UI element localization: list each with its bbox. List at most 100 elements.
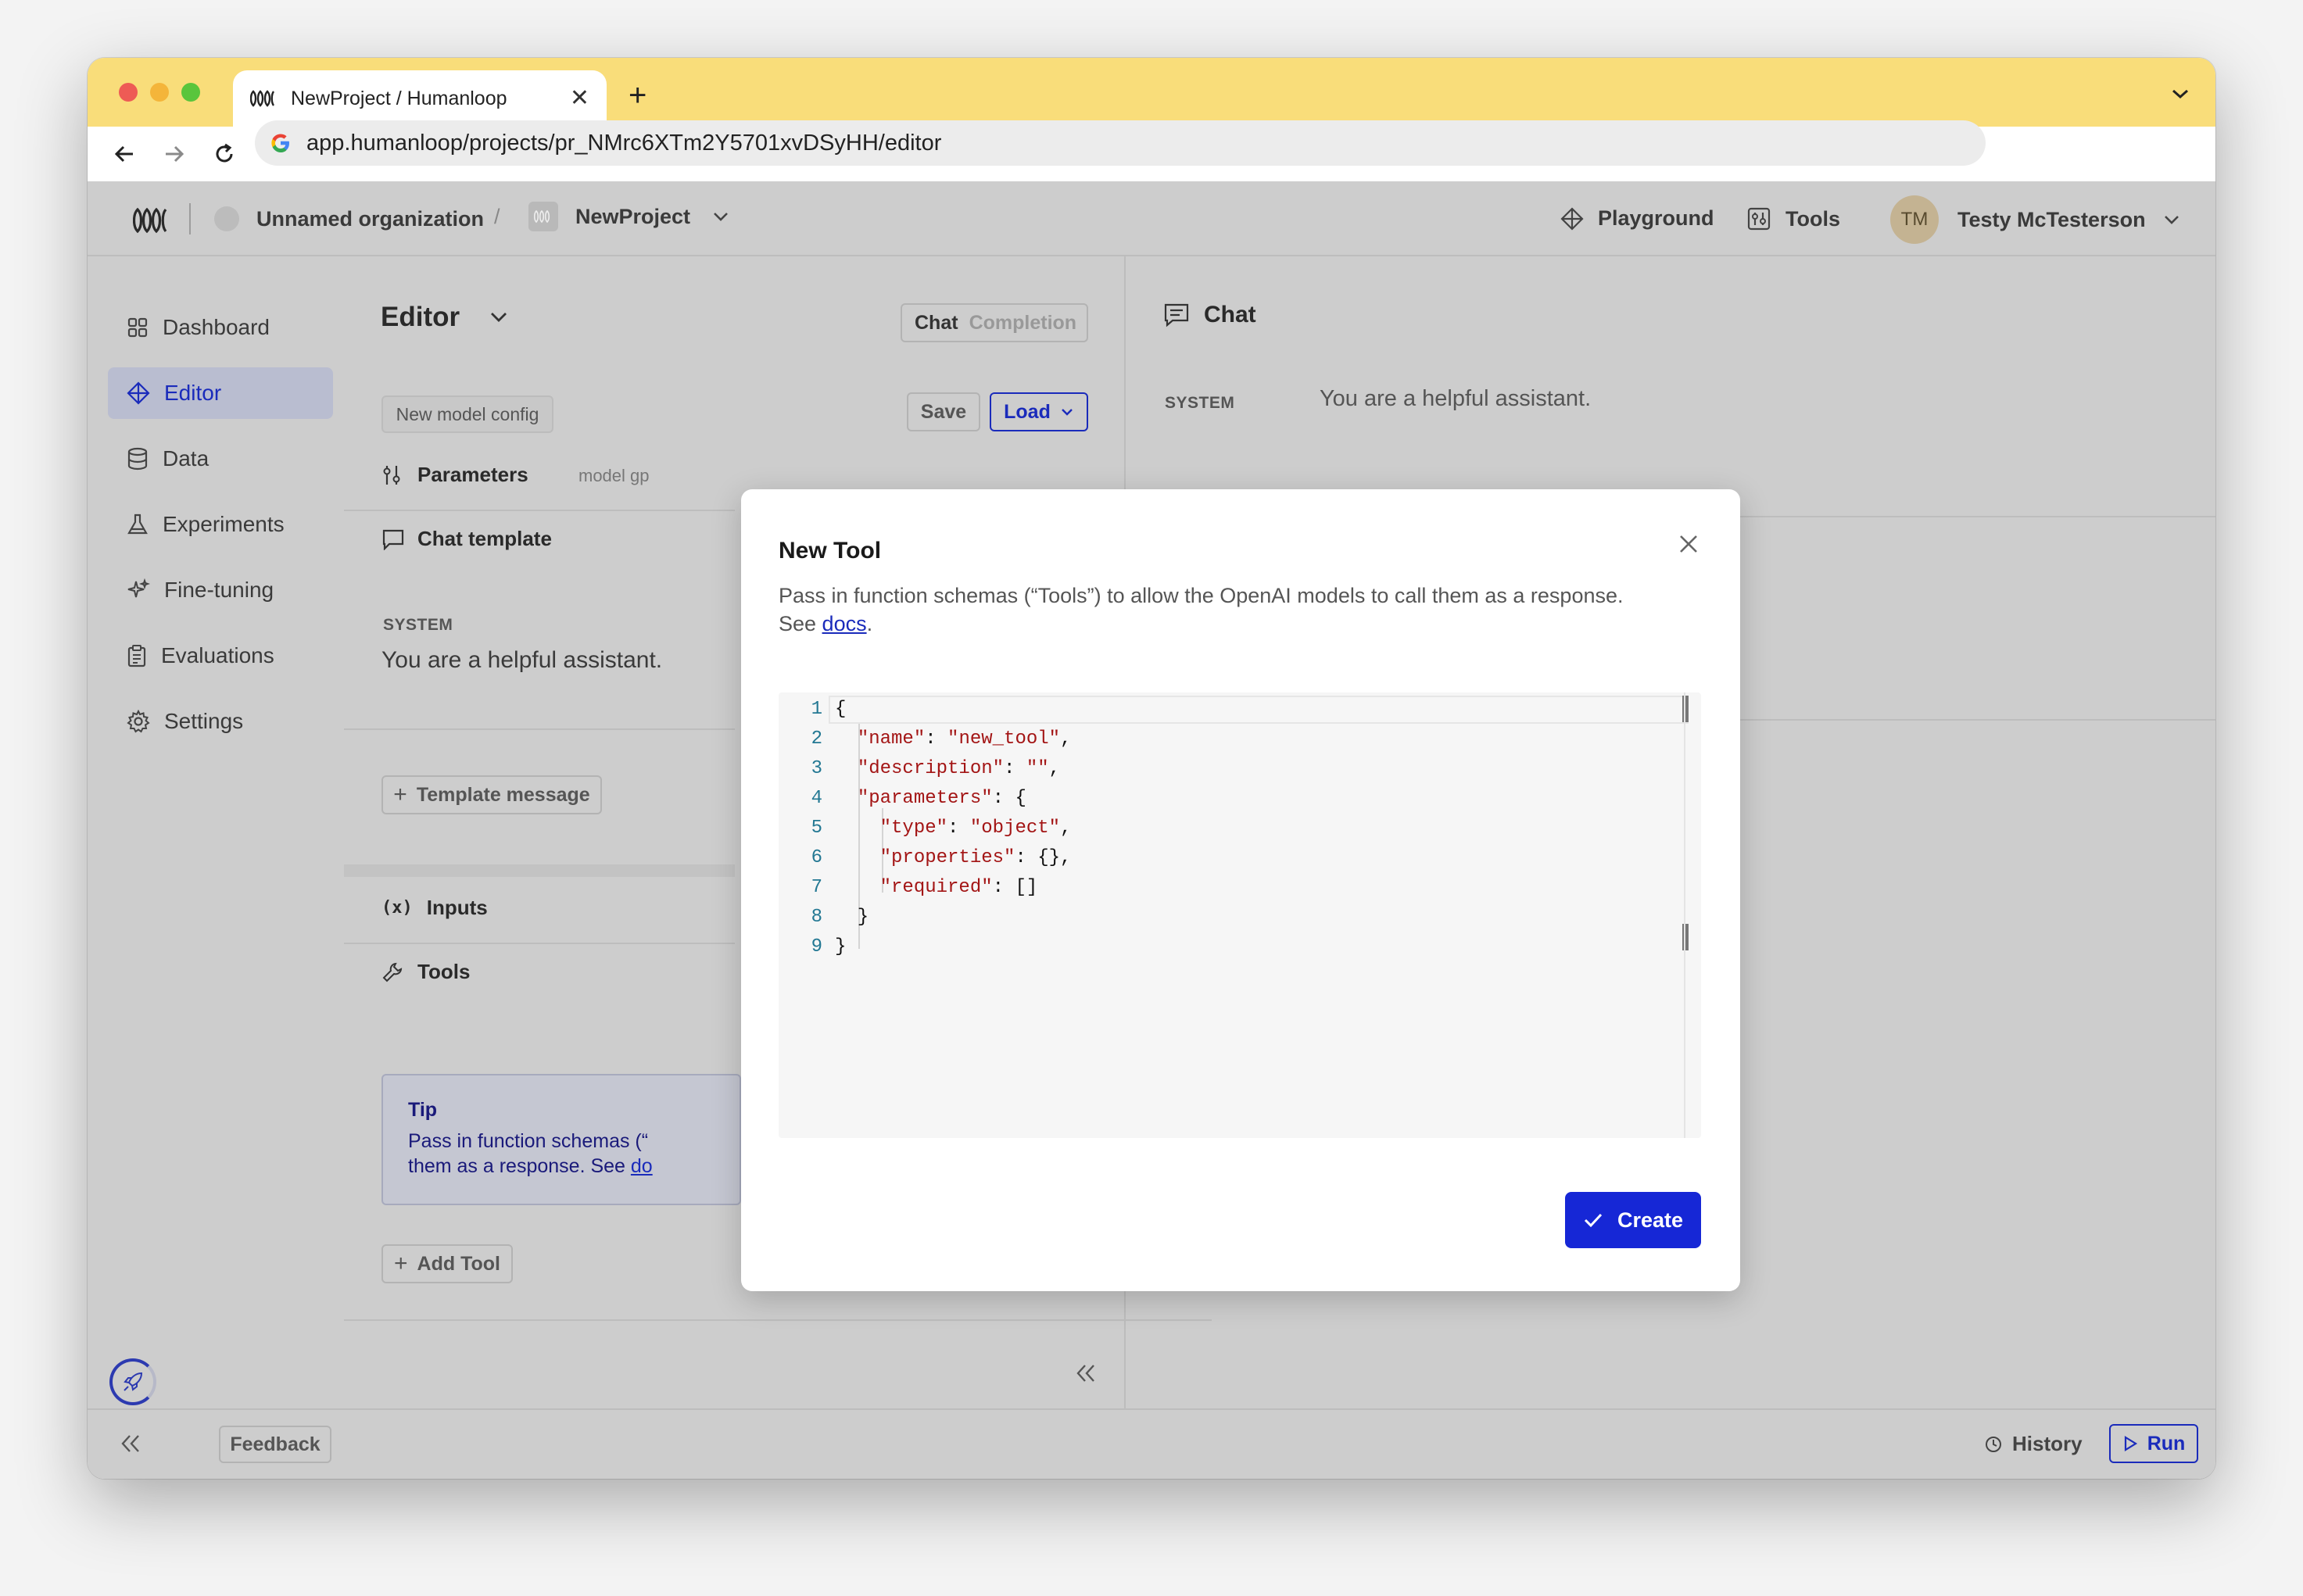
editor-title[interactable]: Editor <box>381 302 508 333</box>
inputs-section[interactable]: (x) Inputs <box>381 896 488 920</box>
parameters-section[interactable]: Parameters <box>381 463 528 487</box>
code-text: } <box>835 936 847 957</box>
new-tab-button[interactable]: + <box>629 80 646 111</box>
tools-section[interactable]: Tools <box>381 960 470 984</box>
code-line[interactable]: 8 } <box>779 904 1701 932</box>
modal-title: New Tool <box>779 538 882 564</box>
mode-completion-option[interactable]: Completion <box>969 312 1077 335</box>
wrench-icon <box>382 962 403 982</box>
add-template-message-button[interactable]: + Template message <box>381 775 602 814</box>
tip-line2: them as a response. See do <box>408 1155 653 1178</box>
sidebar-item-data[interactable]: Data <box>108 433 333 485</box>
project-logo-icon <box>528 202 558 231</box>
org-switcher[interactable]: Unnamed organization <box>214 206 484 231</box>
code-line[interactable]: 2 "name": "new_tool", <box>779 725 1701 753</box>
onboarding-progress[interactable] <box>109 1358 156 1405</box>
chevron-down-icon[interactable] <box>2169 86 2192 102</box>
run-button[interactable]: Run <box>2109 1424 2198 1463</box>
docs-link[interactable]: docs <box>822 612 867 635</box>
config-name-badge[interactable]: New model config <box>381 395 553 433</box>
breadcrumb-separator: / <box>494 205 500 228</box>
sidebar-item-label: Fine-tuning <box>164 578 274 602</box>
sidebar-item-editor[interactable]: Editor <box>108 367 333 419</box>
header-divider <box>189 203 191 234</box>
browser-window: NewProject / Humanloop ✕ + app.humanloop… <box>88 58 2215 1479</box>
code-text: "name": "new_tool", <box>857 728 1072 750</box>
humanloop-logo-icon <box>250 90 275 107</box>
mode-toggle[interactable]: Chat Completion <box>901 303 1088 342</box>
code-line[interactable]: 6 "properties": {}, <box>779 844 1701 872</box>
history-button[interactable]: History <box>1984 1432 2083 1456</box>
chevron-down-icon <box>1062 409 1073 416</box>
modal-description: Pass in function schemas (“Tools”) to al… <box>779 582 1685 638</box>
code-text: "required": [] <box>879 877 1038 898</box>
chevron-down-icon <box>714 213 728 221</box>
chat-system-label: SYSTEM <box>1165 394 1235 412</box>
sidebar-item-label: Evaluations <box>161 643 274 667</box>
mode-chat-option[interactable]: Chat <box>915 312 958 335</box>
section-divider <box>344 864 735 877</box>
diamond-icon <box>127 381 150 405</box>
code-line[interactable]: 1{ <box>779 696 1701 724</box>
project-switcher[interactable]: NewProject <box>528 202 729 231</box>
sidebar-item-settings[interactable]: Settings <box>108 696 333 747</box>
line-number: 3 <box>811 758 822 779</box>
load-button[interactable]: Load <box>990 392 1088 431</box>
close-window-button[interactable] <box>119 83 138 102</box>
feedback-button[interactable]: Feedback <box>219 1426 331 1463</box>
browser-tab[interactable]: NewProject / Humanloop ✕ <box>233 70 607 127</box>
reload-button[interactable] <box>208 138 241 170</box>
database-icon <box>127 447 148 471</box>
clipboard-icon <box>127 645 146 667</box>
arrow-right-icon <box>166 145 184 163</box>
code-line[interactable]: 4 "parameters": { <box>779 785 1701 813</box>
gear-icon <box>127 710 150 733</box>
sidebar-item-experiments[interactable]: Experiments <box>108 499 333 550</box>
json-code-editor[interactable]: 1{2 "name": "new_tool", 3 "description": … <box>779 692 1701 1138</box>
save-button[interactable]: Save <box>907 392 980 431</box>
code-line[interactable]: 9} <box>779 933 1701 961</box>
user-name: Testy McTesterson <box>1957 207 2146 231</box>
humanloop-logo-icon[interactable] <box>133 205 170 236</box>
app-header: Unnamed organization / NewProject Playgr… <box>88 181 2215 256</box>
modal-description-line2: See docs. <box>779 610 1685 638</box>
run-label: Run <box>2147 1432 2186 1455</box>
chat-panel-title: Chat <box>1163 302 1256 328</box>
add-tool-button[interactable]: + Add Tool <box>381 1244 513 1283</box>
sidebar-item-dashboard[interactable]: Dashboard <box>108 302 333 353</box>
collapse-panel-icon[interactable] <box>1074 1363 1098 1383</box>
code-line[interactable]: 7 "required": [] <box>779 874 1701 902</box>
minimize-window-button[interactable] <box>150 83 169 102</box>
chevron-down-icon <box>2164 216 2179 224</box>
diamond-icon <box>1560 206 1584 231</box>
plus-icon: + <box>393 782 407 807</box>
user-menu[interactable]: TM Testy McTesterson <box>1890 195 2180 244</box>
close-icon[interactable] <box>1674 530 1703 558</box>
chat-system-text[interactable]: You are a helpful assistant. <box>1320 386 1591 412</box>
line-number: 7 <box>811 877 822 898</box>
create-button[interactable]: Create <box>1565 1192 1701 1248</box>
plus-icon: + <box>394 1251 408 1276</box>
tip-docs-link[interactable]: do <box>631 1155 653 1177</box>
back-button[interactable] <box>108 138 141 170</box>
forward-button[interactable] <box>158 138 191 170</box>
user-avatar: TM <box>1890 195 1939 244</box>
code-line[interactable]: 5 "type": "object", <box>779 814 1701 843</box>
code-line[interactable]: 3 "description": "", <box>779 755 1701 783</box>
maximize-window-button[interactable] <box>181 83 200 102</box>
divider <box>344 1319 1212 1321</box>
tools-link[interactable]: Tools <box>1746 206 1840 231</box>
sidebar-item-label: Settings <box>164 709 244 733</box>
tip-line2-text: them as a response. See <box>408 1155 631 1177</box>
sidebar-item-fine-tuning[interactable]: Fine-tuning <box>108 564 333 616</box>
system-message-text[interactable]: You are a helpful assistant. <box>381 647 662 674</box>
tab-close-icon[interactable]: ✕ <box>570 87 589 110</box>
chat-template-section[interactable]: Chat template <box>381 527 552 551</box>
address-bar[interactable]: app.humanloop/projects/pr_NMrc6XTm2Y5701… <box>255 120 1986 166</box>
rocket-icon <box>124 1372 143 1391</box>
parameters-hint: model gp <box>578 466 650 485</box>
collapse-sidebar-icon[interactable] <box>119 1433 142 1454</box>
line-number: 9 <box>811 936 822 957</box>
playground-link[interactable]: Playground <box>1560 206 1714 231</box>
sidebar-item-evaluations[interactable]: Evaluations <box>108 630 333 682</box>
